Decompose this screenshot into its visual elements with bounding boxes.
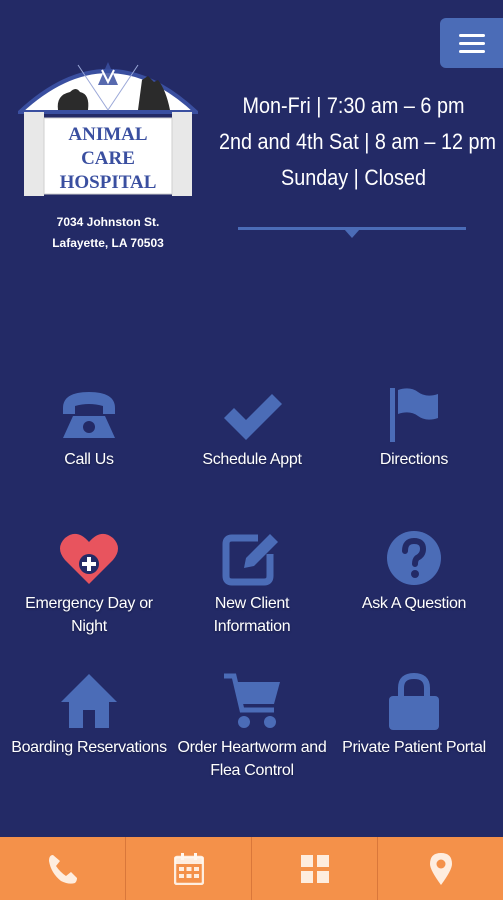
hospital-logo: ANIMAL CARE HOSPITAL (18, 62, 198, 196)
bottom-grid-tab[interactable] (252, 837, 378, 900)
boarding-label: Boarding Reservations (11, 739, 167, 756)
logo-text-line1: ANIMAL (68, 124, 147, 145)
flag-icon (390, 388, 438, 442)
hours-saturday: 2nd and 4th Sat | 8 am – 12 pm (218, 129, 496, 154)
checkmark-icon (224, 394, 282, 440)
hours-sunday: Sunday | Closed (281, 165, 426, 190)
schedule-appt-button[interactable]: Schedule Appt (168, 380, 336, 471)
address-line2: Lafayette, LA 70503 (52, 236, 164, 250)
new-client-button[interactable]: New Client Information (168, 524, 336, 638)
office-hours: Mon-Fri | 7:30 am – 6 pm 2nd and 4th Sat… (204, 88, 503, 196)
ask-question-button[interactable]: Ask A Question (330, 524, 498, 615)
address-line1: 7034 Johnston St. (56, 215, 160, 229)
heart-plus-icon (60, 533, 118, 584)
phone-icon (63, 392, 115, 438)
logo-text-line3: HOSPITAL (60, 172, 157, 193)
cart-icon (224, 673, 280, 728)
patient-portal-label: Private Patient Portal (342, 739, 486, 756)
order-heartworm-button[interactable]: Order Heartworm and Flea Control (168, 668, 336, 782)
bottom-location-tab[interactable] (378, 837, 503, 900)
map-pin-icon (429, 852, 452, 885)
address: 7034 Johnston St. Lafayette, LA 70503 (18, 212, 198, 254)
calendar-icon (173, 852, 204, 885)
emergency-label: Emergency Day or Night (25, 595, 153, 635)
emergency-button[interactable]: Emergency Day or Night (5, 524, 173, 638)
bottom-call-tab[interactable] (0, 837, 126, 900)
call-us-label: Call Us (64, 451, 114, 468)
order-heartworm-label: Order Heartworm and Flea Control (177, 739, 327, 779)
bottom-nav (0, 837, 503, 900)
new-client-label: New Client Information (213, 595, 291, 635)
boarding-button[interactable]: Boarding Reservations (5, 668, 173, 759)
logo-text-line2: CARE (81, 148, 135, 169)
question-icon (387, 531, 441, 585)
patient-portal-button[interactable]: Private Patient Portal (330, 668, 498, 759)
home-icon (61, 674, 117, 728)
hamburger-icon (458, 33, 485, 37)
menu-button[interactable] (440, 18, 503, 68)
hours-weekday: Mon-Fri | 7:30 am – 6 pm (242, 93, 465, 118)
edit-icon (222, 534, 278, 586)
divider-notch (344, 229, 360, 238)
phone-icon (48, 854, 77, 884)
directions-button[interactable]: Directions (330, 380, 498, 471)
directions-label: Directions (379, 451, 449, 468)
schedule-appt-label: Schedule Appt (202, 451, 302, 468)
call-us-button[interactable]: Call Us (5, 380, 173, 471)
bottom-calendar-tab[interactable] (126, 837, 252, 900)
ask-question-label: Ask A Question (361, 595, 467, 612)
grid-icon (300, 854, 329, 883)
lock-icon (389, 672, 439, 730)
